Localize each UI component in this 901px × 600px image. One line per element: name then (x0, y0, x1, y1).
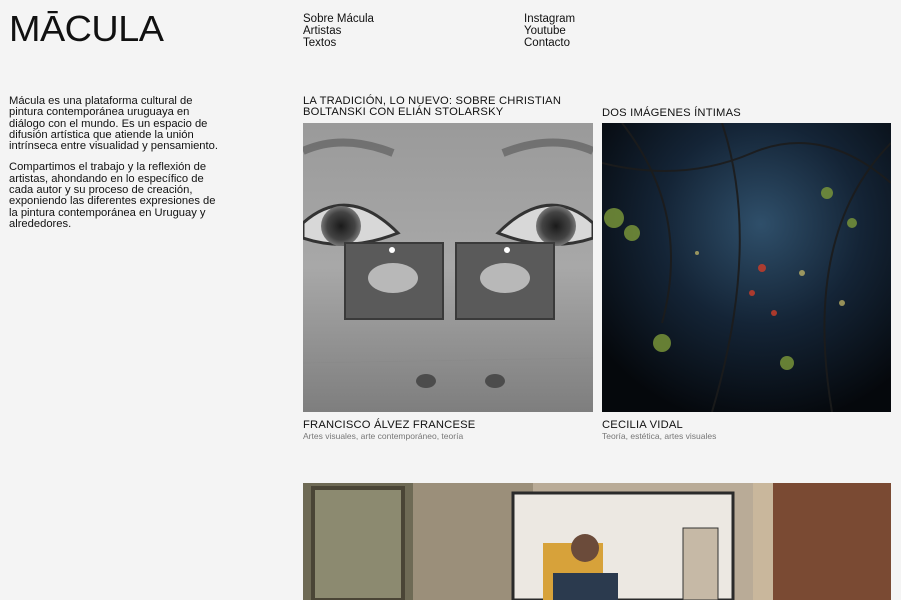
article-title-boltanski[interactable]: LA TRADICIÓN, LO NUEVO: SOBRE CHRISTIAN … (303, 95, 593, 119)
article-tags-dos-imagenes: Teoría, estética, artes visuales (602, 431, 717, 441)
intro-paragraph-2: Compartimos el trabajo y la reflexión de… (9, 161, 216, 230)
article-title-dos-imagenes[interactable]: DOS IMÁGENES ÍNTIMAS (602, 107, 892, 119)
article-author-dos-imagenes[interactable]: CECILIA VIDAL (602, 419, 683, 431)
site-logo[interactable]: MĀCULA (9, 11, 164, 47)
intro-paragraph-1: Mácula es una plataforma cultural de pin… (9, 95, 218, 153)
article-author-boltanski[interactable]: FRANCISCO ÁLVEZ FRANCESE (303, 419, 475, 431)
article-image-dos-imagenes[interactable] (602, 123, 891, 412)
nav-link-youtube[interactable]: Youtube (524, 25, 575, 37)
night-foliage-image (602, 123, 891, 412)
boltanski-eyes-image (303, 123, 593, 412)
article-image-studio[interactable] (303, 483, 891, 600)
intro-text: Mácula es una plataforma cultural de pin… (9, 95, 219, 240)
article-image-boltanski[interactable] (303, 123, 593, 412)
main-nav: Sobre Mácula Artistas Textos (303, 13, 374, 49)
article-tags-boltanski: Artes visuales, arte contemporáneo, teor… (303, 431, 464, 441)
nav-link-artistas[interactable]: Artistas (303, 25, 374, 37)
nav-link-contacto[interactable]: Contacto (524, 37, 575, 49)
artist-studio-image (303, 483, 891, 600)
nav-link-textos[interactable]: Textos (303, 37, 374, 49)
nav-link-sobre-macula[interactable]: Sobre Mácula (303, 13, 374, 25)
nav-link-instagram[interactable]: Instagram (524, 13, 575, 25)
social-nav: Instagram Youtube Contacto (524, 13, 575, 49)
